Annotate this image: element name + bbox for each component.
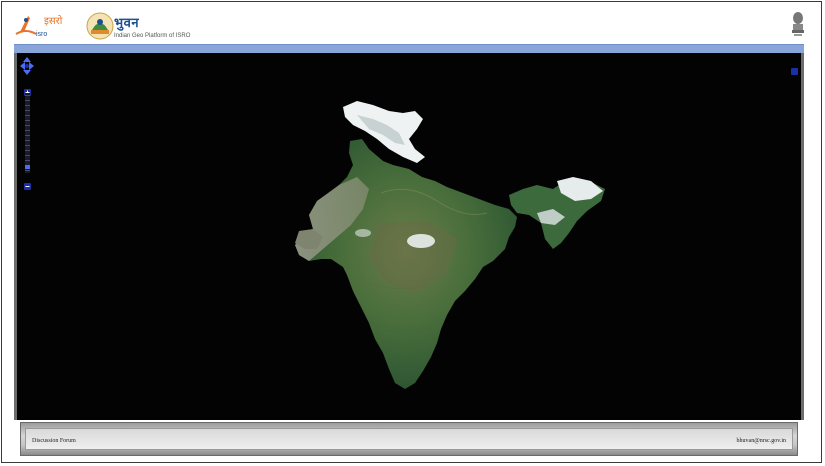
pan-arrows-icon[interactable] (20, 57, 34, 75)
isro-logo[interactable]: इसरो isro (14, 10, 84, 42)
map-view[interactable] (17, 53, 801, 420)
national-emblem-icon (790, 10, 806, 40)
footer-panel: Discussion Forum bhuvan@nrsc.gov.in (25, 428, 793, 450)
header: इसरो isro भुवन Indian Geo Platform of IS… (14, 8, 814, 44)
app-frame: इसरो isro भुवन Indian Geo Platform of IS… (1, 1, 822, 463)
zoom-in-icon[interactable] (24, 83, 31, 96)
map-border-right (801, 53, 804, 420)
discussion-forum-link[interactable]: Discussion Forum (32, 438, 76, 444)
isro-logo-text: इसरो (44, 15, 63, 27)
app-subtitle: Indian Geo Platform of ISRO (114, 33, 191, 39)
zoom-out-icon[interactable] (24, 177, 31, 190)
app-title: भुवन (114, 16, 140, 31)
footer-bar: Discussion Forum bhuvan@nrsc.gov.in (20, 422, 798, 456)
bhuvan-logo[interactable] (84, 10, 116, 42)
isro-logo-subtext: isro (36, 31, 47, 38)
layer-switcher-icon[interactable] (791, 68, 798, 75)
zoom-slider[interactable] (25, 93, 30, 173)
india-satellite-map[interactable] (17, 53, 801, 420)
zoom-slider-handle (25, 165, 30, 169)
contact-email-link[interactable]: bhuvan@nrsc.gov.in (737, 438, 786, 444)
